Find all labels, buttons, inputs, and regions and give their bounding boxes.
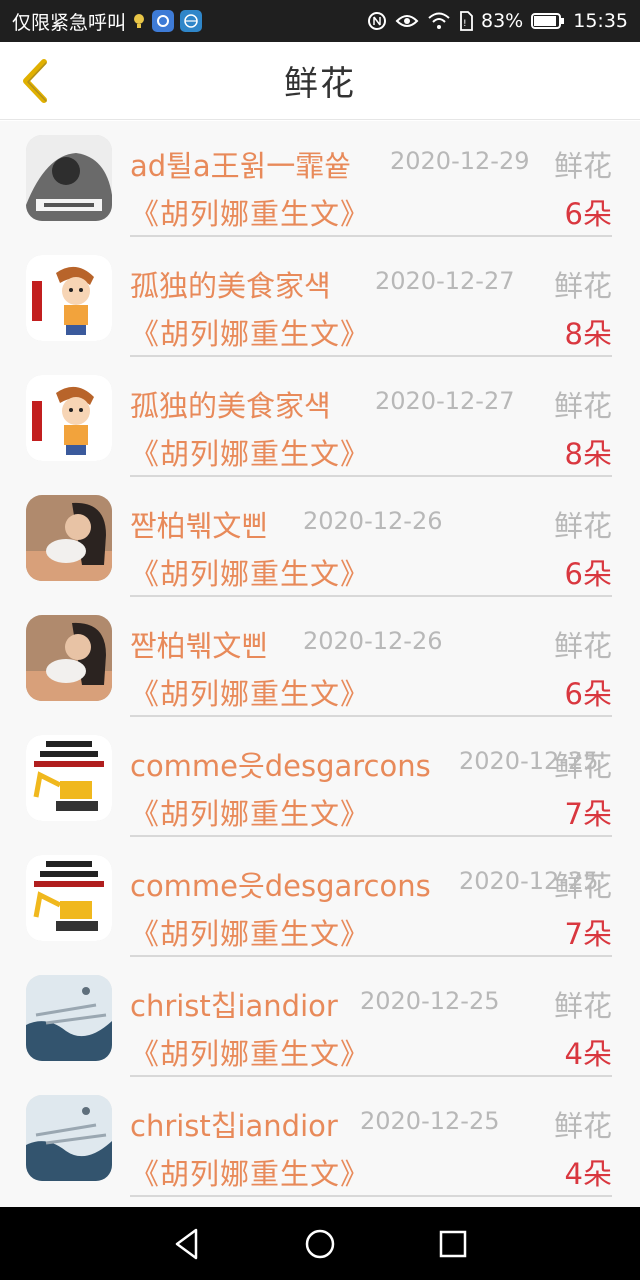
status-left: 仅限紧急呼叫: [12, 8, 203, 35]
row-divider: [130, 475, 612, 477]
avatar[interactable]: [26, 255, 112, 341]
system-nav-bar: [0, 1207, 640, 1280]
eye-icon: [395, 13, 419, 29]
list-item[interactable]: comme읏desgarcons 2020-12-25 鲜花 《胡列娜重生文》 7朵: [0, 841, 640, 961]
user-name: christ칩iandior: [130, 1109, 338, 1143]
row-divider: [130, 835, 612, 837]
row-divider: [130, 595, 612, 597]
gift-type: 鲜花: [553, 509, 612, 543]
gift-type: 鲜花: [553, 869, 612, 903]
gift-count: 4朵: [564, 1037, 612, 1071]
book-title: 《胡列娜重生文》: [130, 797, 371, 831]
user-name: christ칩iandior: [130, 989, 338, 1023]
book-title: 《胡列娜重生文》: [130, 917, 371, 951]
back-triangle-icon: [175, 1228, 197, 1259]
list-item[interactable]: comme읏desgarcons 2020-12-25 鲜花 《胡列娜重生文》 7朵: [0, 721, 640, 841]
gift-list[interactable]: ad튈a王윍一霏쓭 2020-12-29 鲜花 《胡列娜重生文》 6朵 孤独的美食家섁 20…: [0, 121, 640, 1207]
battery-icon: [531, 12, 565, 30]
avatar[interactable]: [26, 855, 112, 941]
avatar[interactable]: [26, 615, 112, 701]
row-divider: [130, 355, 612, 357]
lightbulb-icon: [132, 12, 146, 30]
gift-type: 鲜花: [553, 389, 612, 423]
home-circle-icon: [305, 1229, 335, 1258]
book-title: 《胡列娜重生文》: [130, 197, 371, 231]
page-title: 鲜花: [284, 64, 356, 104]
avatar[interactable]: [26, 135, 112, 221]
avatar[interactable]: [26, 495, 112, 581]
recents-square-icon: [440, 1230, 467, 1257]
svg-text:!: !: [463, 19, 467, 29]
wifi-icon: [427, 12, 451, 30]
gift-count: 8朵: [564, 317, 612, 351]
gift-date: 2020-12-29: [390, 147, 530, 175]
list-item[interactable]: ad튈a王윍一霏쓭 2020-12-29 鲜花《胡列娜重生文》 6朵: [0, 121, 640, 241]
nav-recents-button[interactable]: [423, 1214, 483, 1274]
avatar[interactable]: [26, 375, 112, 461]
list-item[interactable]: 孤独的美食家섁 2020-12-27 鲜花《胡列娜重生文》 8朵: [0, 361, 640, 481]
row-divider: [130, 715, 612, 717]
app-badge-icon: [152, 10, 175, 32]
list-item[interactable]: 짣柏붺文삔 2020-12-26 鲜花《胡列娜重生文》 6朵: [0, 481, 640, 601]
gift-type: 鲜花: [553, 629, 612, 663]
row-divider: [130, 955, 612, 957]
nfc-icon: [367, 11, 387, 31]
book-title: 《胡列娜重生文》: [130, 677, 371, 711]
back-button[interactable]: [12, 56, 58, 106]
gift-type: 鲜花: [553, 269, 612, 303]
carrier-text: 仅限紧急呼叫: [12, 11, 127, 34]
gift-count: 6朵: [564, 677, 612, 711]
gift-date: 2020-12-25: [360, 1107, 500, 1135]
avatar[interactable]: [26, 975, 112, 1061]
list-item[interactable]: christ칩iandior 2020-12-25 鲜花《胡列娜重生文》 4朵: [0, 1081, 640, 1201]
gift-date: 2020-12-27: [375, 387, 515, 415]
gift-type: 鲜花: [553, 989, 612, 1023]
gift-type: 鲜花: [553, 149, 612, 183]
user-name: comme읏desgarcons: [130, 749, 431, 783]
gift-date: 2020-12-27: [375, 267, 515, 295]
gift-type: 鲜花: [553, 1109, 612, 1143]
list-item[interactable]: 孤独的美食家섁 2020-12-27 鲜花《胡列娜重生文》 8朵: [0, 241, 640, 361]
gift-count: 6朵: [564, 557, 612, 591]
gift-date: 2020-12-26: [303, 627, 443, 655]
globe-badge-icon: [180, 10, 203, 32]
avatar[interactable]: [26, 735, 112, 821]
list-item[interactable]: 짣柏붺文삔 2020-12-26 鲜花《胡列娜重生文》 6朵: [0, 601, 640, 721]
user-name: 孤独的美食家섁: [130, 269, 331, 303]
sim-icon: !: [459, 11, 473, 31]
clock: 15:35: [573, 10, 628, 32]
row-divider: [130, 235, 612, 237]
book-title: 《胡列娜重生文》: [130, 437, 371, 471]
book-title: 《胡列娜重生文》: [130, 557, 371, 591]
nav-back-button[interactable]: [157, 1214, 217, 1274]
row-divider: [130, 1195, 612, 1197]
status-right: ! 83% 15:35: [367, 10, 628, 32]
gift-type: 鲜花: [553, 749, 612, 783]
gift-count: 6朵: [564, 197, 612, 231]
user-name: 짣柏붺文삔: [130, 509, 269, 543]
list-item[interactable]: christ칩iandior 2020-12-25 鲜花《胡列娜重生文》 4朵: [0, 961, 640, 1081]
gift-count: 4朵: [564, 1157, 612, 1191]
book-title: 《胡列娜重生文》: [130, 1157, 371, 1191]
chevron-left-icon: [23, 59, 47, 103]
status-bar: 仅限紧急呼叫 ! 83% 15:35: [0, 0, 640, 42]
gift-count: 7朵: [564, 917, 612, 951]
book-title: 《胡列娜重生文》: [130, 1037, 371, 1071]
gift-count: 8朵: [564, 437, 612, 471]
gift-date: 2020-12-26: [303, 507, 443, 535]
avatar[interactable]: [26, 1095, 112, 1181]
gift-count: 7朵: [564, 797, 612, 831]
book-title: 《胡列娜重生文》: [130, 317, 371, 351]
battery-percent: 83%: [481, 10, 524, 32]
user-name: 孤独的美食家섁: [130, 389, 331, 423]
row-divider: [130, 1075, 612, 1077]
user-name: ad튈a王윍一霏쓭: [130, 149, 351, 183]
user-name: comme읏desgarcons: [130, 869, 431, 903]
nav-home-button[interactable]: [290, 1214, 350, 1274]
app-header: 鲜花: [0, 42, 640, 120]
gift-date: 2020-12-25: [360, 987, 500, 1015]
user-name: 짣柏붺文삔: [130, 629, 269, 663]
